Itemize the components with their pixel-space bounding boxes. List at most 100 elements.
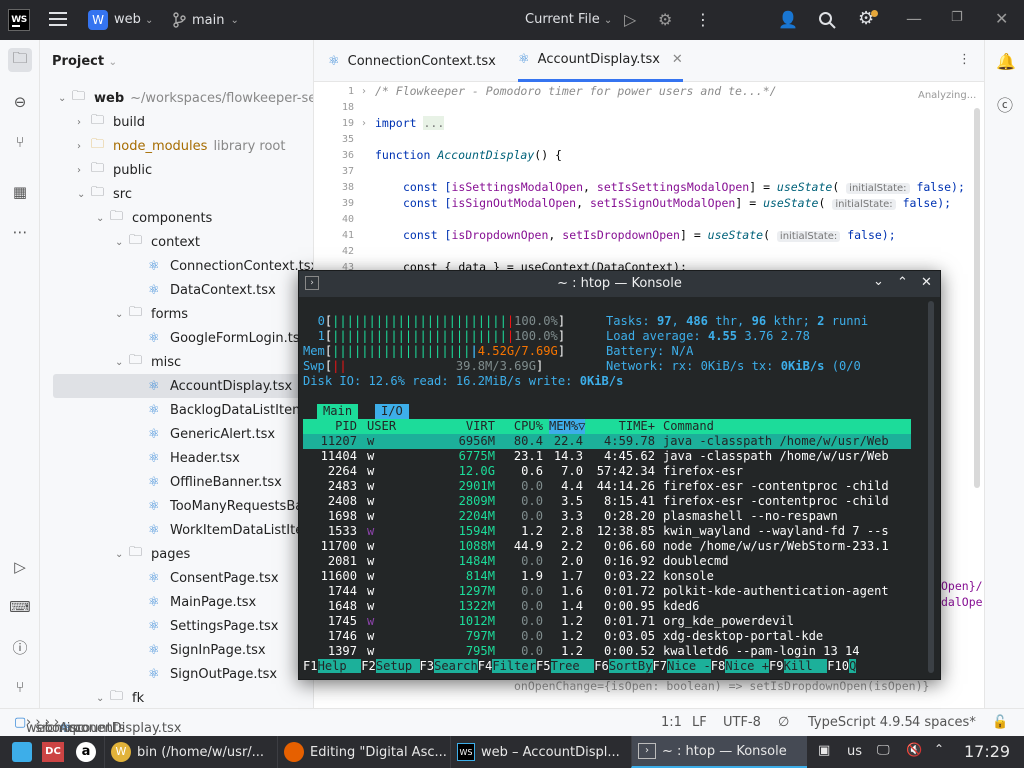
services-icon[interactable]: ▷ (8, 555, 32, 579)
fold-icon[interactable]: › (362, 118, 366, 129)
main-menu-icon[interactable] (49, 12, 67, 26)
volume-muted-icon[interactable]: 🔇 (906, 743, 922, 758)
task-firefox[interactable]: Editing "Digital Asc... (277, 736, 449, 768)
keyboard-layout[interactable]: us (847, 744, 862, 759)
screenshot-icon[interactable]: ▣ (818, 743, 830, 758)
minimize-icon[interactable]: — (906, 9, 922, 28)
chevron-down-icon[interactable]: ⌄ (873, 274, 884, 289)
fkey-label[interactable]: Kill (783, 659, 828, 673)
chevron-right-icon[interactable]: › (77, 117, 91, 128)
tree-file-row[interactable]: ⚛ SignOutPage.tsx (134, 662, 283, 686)
ai-assistant-icon[interactable]: ⓒ (997, 92, 1013, 116)
fkey-number[interactable]: F7 (653, 659, 668, 673)
tree-folder-row[interactable]: ⌄ 🗀 fk (96, 686, 150, 708)
process-row[interactable]: 1744 w 1297M 0.0 1.6 0:01.72 polkit-kde-authen… (303, 584, 911, 599)
fkey-label[interactable]: Setup (375, 659, 420, 673)
branch-selector[interactable]: main ⌄ (172, 12, 239, 28)
tree-file-row[interactable]: ⚛ WorkItemDataListItem.tsx (134, 518, 313, 542)
tree-file-row[interactable]: ⚛ GoogleFormLogin.tsx (134, 326, 313, 350)
chevron-right-icon[interactable]: › (77, 141, 91, 152)
task-konsole[interactable]: › ~ : htop — Konsole (631, 736, 807, 768)
process-table-header[interactable]: PID USER VIRT CPU% MEM%▽ TIME+ Command (303, 419, 911, 434)
tree-folder-row[interactable]: ⌄ 🗀 context (115, 230, 206, 254)
terminal-icon[interactable]: ⌨ (8, 595, 32, 619)
tree-file-row[interactable]: ⚛ Header.tsx (134, 446, 246, 470)
file-encoding[interactable]: UTF-8 (723, 715, 761, 730)
fold-icon[interactable]: › (362, 86, 366, 97)
fkey-label[interactable]: Nice - (667, 659, 711, 673)
chevron-right-icon[interactable]: › (77, 165, 91, 176)
fkey-number[interactable]: F2 (361, 659, 376, 673)
chevron-down-icon[interactable]: ⌄ (77, 189, 91, 200)
editor-scrollbar[interactable] (974, 108, 980, 488)
tree-folder-row[interactable]: › 🗀 public (77, 158, 158, 182)
run-config-selector[interactable]: Current File ⌄ (525, 12, 612, 27)
close-icon[interactable]: ✕ (995, 9, 1008, 28)
breadcrumb[interactable]: web › src › components › misc › ⚛ Accoun… (26, 715, 181, 736)
project-selector[interactable]: web ⌄ (114, 12, 153, 27)
display-icon[interactable]: 🖵 (877, 743, 890, 758)
fkey-label[interactable]: Help (317, 659, 362, 673)
fkey-number[interactable]: F9 (769, 659, 784, 673)
tree-file-row[interactable]: ⚛ DataContext.tsx (134, 278, 282, 302)
tree-file-row[interactable]: ⚛ AccountDisplay.tsx (134, 374, 298, 398)
inspection-icon[interactable]: ∅ (778, 715, 789, 730)
fkey-number[interactable]: F4 (478, 659, 493, 673)
col-pid[interactable]: PID (317, 419, 357, 434)
konsole-window[interactable]: › ~ : htop — Konsole ⌄ ⌃ ✕ 0[|||||||||||… (298, 270, 941, 680)
restore-icon[interactable]: ❐ (951, 10, 963, 25)
task-double-commander[interactable]: Wbin (/home/w/usr/... (104, 736, 276, 768)
terminal-scrollbar[interactable] (928, 301, 934, 673)
process-row[interactable]: 1397 w 795M 0.0 1.2 0:00.52 kwalletd6 --pam-lo… (303, 644, 911, 659)
col-mem-sorted[interactable]: MEM%▽ (549, 419, 586, 434)
tree-file-row[interactable]: ⚛ BacklogDataListItem.tsx (134, 398, 313, 422)
tree-file-row[interactable]: ⚛ ConnectionContext.tsx (134, 254, 313, 278)
fkey-label[interactable]: SortBy (608, 659, 653, 673)
browser-a-icon[interactable]: a (76, 742, 96, 762)
col-virt[interactable]: VIRT (443, 419, 495, 434)
process-row[interactable]: 2081 w 1484M 0.0 2.0 0:16.92 doublecmd (303, 554, 911, 569)
process-row[interactable]: 1648 w 1322M 0.0 1.4 0:00.95 kded6 (303, 599, 911, 614)
lock-icon[interactable]: 🔓 (992, 715, 1008, 730)
add-user-icon[interactable]: 👤 (778, 10, 798, 29)
tab-connection-context[interactable]: ⚛ ConnectionContext.tsx (328, 40, 496, 82)
process-row[interactable]: 2408 w 2809M 0.0 3.5 8:15.41 firefox-esr -cont… (303, 494, 911, 509)
clock[interactable]: 17:29 (964, 742, 1010, 761)
col-command[interactable]: Command (663, 419, 714, 434)
tab-account-display[interactable]: ⚛ AccountDisplay.tsx ✕ (518, 40, 683, 82)
tree-file-row[interactable]: ⚛ GenericAlert.tsx (134, 422, 281, 446)
fkey-number[interactable]: F1 (303, 659, 318, 673)
konsole-titlebar[interactable]: › ~ : htop — Konsole ⌄ ⌃ ✕ (299, 271, 940, 297)
process-row[interactable]: 11404 w 6775M 23.1 14.3 4:45.62 java -classpat… (303, 449, 911, 464)
process-row[interactable]: 2483 w 2901M 0.0 4.4 44:14.26 firefox-esr -con… (303, 479, 911, 494)
fkey-label[interactable]: Tree (550, 659, 595, 673)
tree-folder-row[interactable]: ⌄ 🗀 pages (115, 542, 196, 566)
fkey-number[interactable]: F6 (594, 659, 609, 673)
tree-file-row[interactable]: ⚛ OfflineBanner.tsx (134, 470, 288, 494)
tree-file-row[interactable]: ⚛ SignInPage.tsx (134, 638, 272, 662)
project-tool-folder-icon[interactable]: 🗀 (8, 48, 32, 72)
task-webstorm[interactable]: WS web – AccountDispl... (450, 736, 630, 768)
tree-folder-row[interactable]: ⌄🗀 web ~/workspaces/flowkeeper-server/ (58, 86, 313, 110)
htop-tab-main[interactable]: Main (317, 404, 359, 419)
tab-options-icon[interactable]: ⋮ (958, 52, 971, 67)
col-user[interactable]: USER (367, 419, 396, 434)
close-tab-icon[interactable]: ✕ (672, 52, 683, 67)
col-cpu[interactable]: CPU% (503, 419, 543, 434)
process-row[interactable]: 1533 w 1594M 1.2 2.8 12:38.85 kwin_wayland --w… (303, 524, 911, 539)
caret-position[interactable]: 1:1 (661, 715, 682, 730)
breadcrumb-item[interactable]: AccountDisplay.tsx (59, 721, 181, 736)
fkey-number[interactable]: F5 (536, 659, 551, 673)
notifications-bell-icon[interactable]: 🔔 (996, 52, 1016, 71)
chevron-down-icon[interactable]: ⌄ (96, 213, 110, 224)
fkey-number[interactable]: F10 (827, 659, 849, 673)
tray-expand-icon[interactable]: ⌃ (934, 742, 944, 756)
tree-folder-row[interactable]: ⌄ 🗀 forms (115, 302, 194, 326)
fkey-number[interactable]: F3 (420, 659, 435, 673)
tree-folder-row[interactable]: ⌄ 🗀 src (77, 182, 138, 206)
project-badge[interactable]: W (88, 10, 108, 30)
process-row[interactable]: 1745 w 1012M 0.0 1.2 0:01.71 org_kde_powerdevi… (303, 614, 911, 629)
fkey-label[interactable]: Nice + (725, 659, 769, 673)
maximize-chevron-up-icon[interactable]: ⌃ (897, 275, 908, 290)
tree-file-row[interactable]: ⚛ SettingsPage.tsx (134, 614, 285, 638)
